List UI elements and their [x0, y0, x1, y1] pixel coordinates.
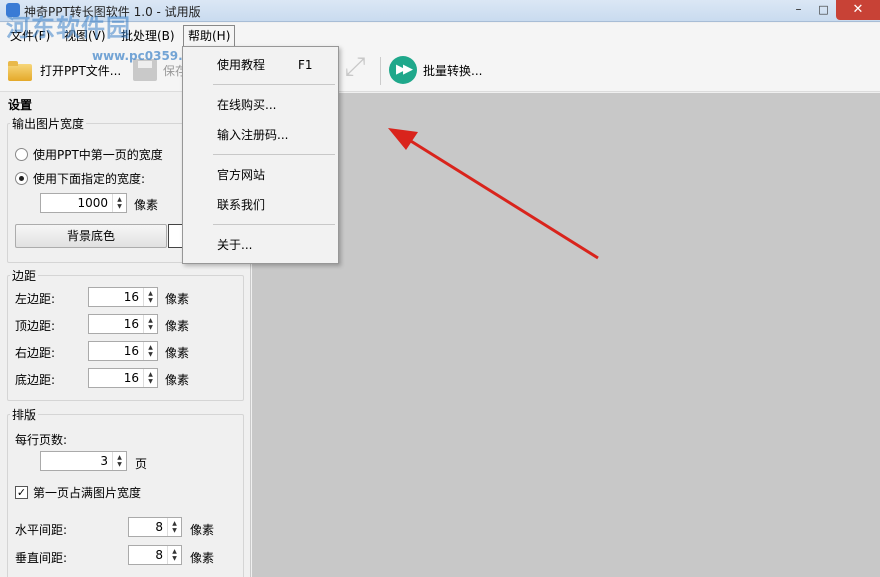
menu-separator	[213, 84, 335, 85]
right-margin-label: 右边距:	[15, 346, 56, 360]
margins-legend: 边距	[12, 269, 37, 283]
width-unit: 像素	[134, 198, 159, 212]
width-input[interactable]: 1000 ▲ ▼	[40, 193, 127, 213]
background-color-button[interactable]: 背景底色	[15, 224, 167, 248]
v-spacing-unit: 像素	[190, 551, 215, 565]
spin-arrows[interactable]: ▲ ▼	[112, 452, 126, 470]
v-spacing-value: 8	[155, 548, 163, 562]
right-margin-input[interactable]: 16 ▲ ▼	[88, 341, 158, 361]
first-page-full-checkbox[interactable]: ✓ 第一页占满图片宽度	[15, 484, 141, 501]
settings-title: 设置	[8, 98, 33, 112]
spin-arrows[interactable]: ▲ ▼	[143, 288, 157, 306]
menu-tutorial[interactable]: 使用教程 F1	[183, 54, 338, 76]
h-spacing-unit: 像素	[190, 523, 215, 537]
maximize-button[interactable]: □	[811, 0, 836, 20]
menu-website[interactable]: 官方网站	[183, 164, 338, 186]
menu-contact[interactable]: 联系我们	[183, 194, 338, 216]
left-margin-value: 16	[123, 290, 139, 304]
top-margin-value: 16	[123, 317, 139, 331]
pages-per-row-unit: 页	[135, 457, 148, 471]
bottom-margin-unit: 像素	[165, 373, 190, 387]
spin-arrows[interactable]: ▲ ▼	[112, 194, 126, 212]
spin-arrows[interactable]: ▲ ▼	[143, 315, 157, 333]
spin-arrows[interactable]: ▲ ▼	[167, 546, 181, 564]
expand-icon: ⤢	[344, 52, 366, 82]
first-page-full-label: 第一页占满图片宽度	[33, 486, 142, 500]
top-margin-unit: 像素	[165, 319, 190, 333]
menu-bar: 文件(F) 视图(V) 批处理(B) 帮助(H)	[0, 23, 880, 47]
bottom-margin-input[interactable]: 16 ▲ ▼	[88, 368, 158, 388]
bottom-margin-label: 底边距:	[15, 373, 56, 387]
watermark: 河东软件园	[6, 14, 131, 42]
help-menu-dropdown: 使用教程 F1 在线购买... 输入注册码... 官方网站 联系我们 关于...	[182, 46, 339, 264]
menu-about[interactable]: 关于...	[183, 234, 338, 256]
open-ppt-label: 打开PPT文件...	[40, 63, 122, 78]
menu-separator	[213, 154, 335, 155]
title-bar: 神奇PPT转长图软件 1.0 - 试用版 – □ ✕	[0, 0, 880, 22]
fast-forward-icon: ▶▶	[389, 56, 417, 84]
folder-open-icon	[6, 58, 34, 82]
bottom-margin-value: 16	[123, 371, 139, 385]
top-margin-label: 顶边距:	[15, 319, 56, 333]
left-margin-label: 左边距:	[15, 292, 56, 306]
output-width-legend: 输出图片宽度	[12, 117, 85, 131]
left-margin-input[interactable]: 16 ▲ ▼	[88, 287, 158, 307]
menu-buy-online[interactable]: 在线购买...	[183, 94, 338, 116]
h-spacing-label: 水平间距:	[15, 523, 68, 537]
spin-arrows[interactable]: ▲ ▼	[143, 342, 157, 360]
spin-arrows[interactable]: ▲ ▼	[143, 369, 157, 387]
minimize-button[interactable]: –	[786, 0, 811, 20]
top-margin-input[interactable]: 16 ▲ ▼	[88, 314, 158, 334]
layout-legend: 排版	[12, 408, 37, 422]
v-spacing-input[interactable]: 8 ▲ ▼	[128, 545, 182, 565]
menu-tutorial-shortcut: F1	[298, 58, 313, 72]
menu-enter-code[interactable]: 输入注册码...	[183, 124, 338, 146]
radio-custom-width[interactable]: 使用下面指定的宽度:	[15, 170, 145, 187]
right-margin-unit: 像素	[165, 346, 190, 360]
batch-convert-button[interactable]: ▶▶ 批量转换...	[389, 55, 482, 85]
menu-tutorial-label: 使用教程	[217, 58, 266, 72]
width-value: 1000	[77, 196, 108, 210]
menu-separator	[213, 224, 335, 225]
menu-help[interactable]: 帮助(H)	[183, 25, 236, 47]
batch-convert-label: 批量转换...	[423, 63, 483, 78]
right-margin-value: 16	[123, 344, 139, 358]
checkmark-icon: ✓	[15, 486, 28, 499]
pages-per-row-input[interactable]: 3 ▲ ▼	[40, 451, 127, 471]
h-spacing-value: 8	[155, 520, 163, 534]
h-spacing-input[interactable]: 8 ▲ ▼	[128, 517, 182, 537]
radio-selected-icon	[15, 172, 28, 185]
v-spacing-label: 垂直间距:	[15, 551, 68, 565]
close-button[interactable]: ✕	[836, 0, 880, 20]
annotation-arrow	[388, 128, 599, 260]
fit-view-button[interactable]: ⤢	[338, 52, 372, 82]
radio-first-page-label: 使用PPT中第一页的宽度	[33, 148, 163, 162]
pages-per-row-value: 3	[100, 454, 108, 468]
radio-custom-label: 使用下面指定的宽度:	[33, 172, 146, 186]
toolbar-separator	[380, 57, 381, 85]
pages-per-row-label: 每行页数:	[15, 433, 68, 447]
spin-arrows[interactable]: ▲ ▼	[167, 518, 181, 536]
radio-first-page-width[interactable]: 使用PPT中第一页的宽度	[15, 146, 163, 163]
left-margin-unit: 像素	[165, 292, 190, 306]
radio-icon	[15, 148, 28, 161]
